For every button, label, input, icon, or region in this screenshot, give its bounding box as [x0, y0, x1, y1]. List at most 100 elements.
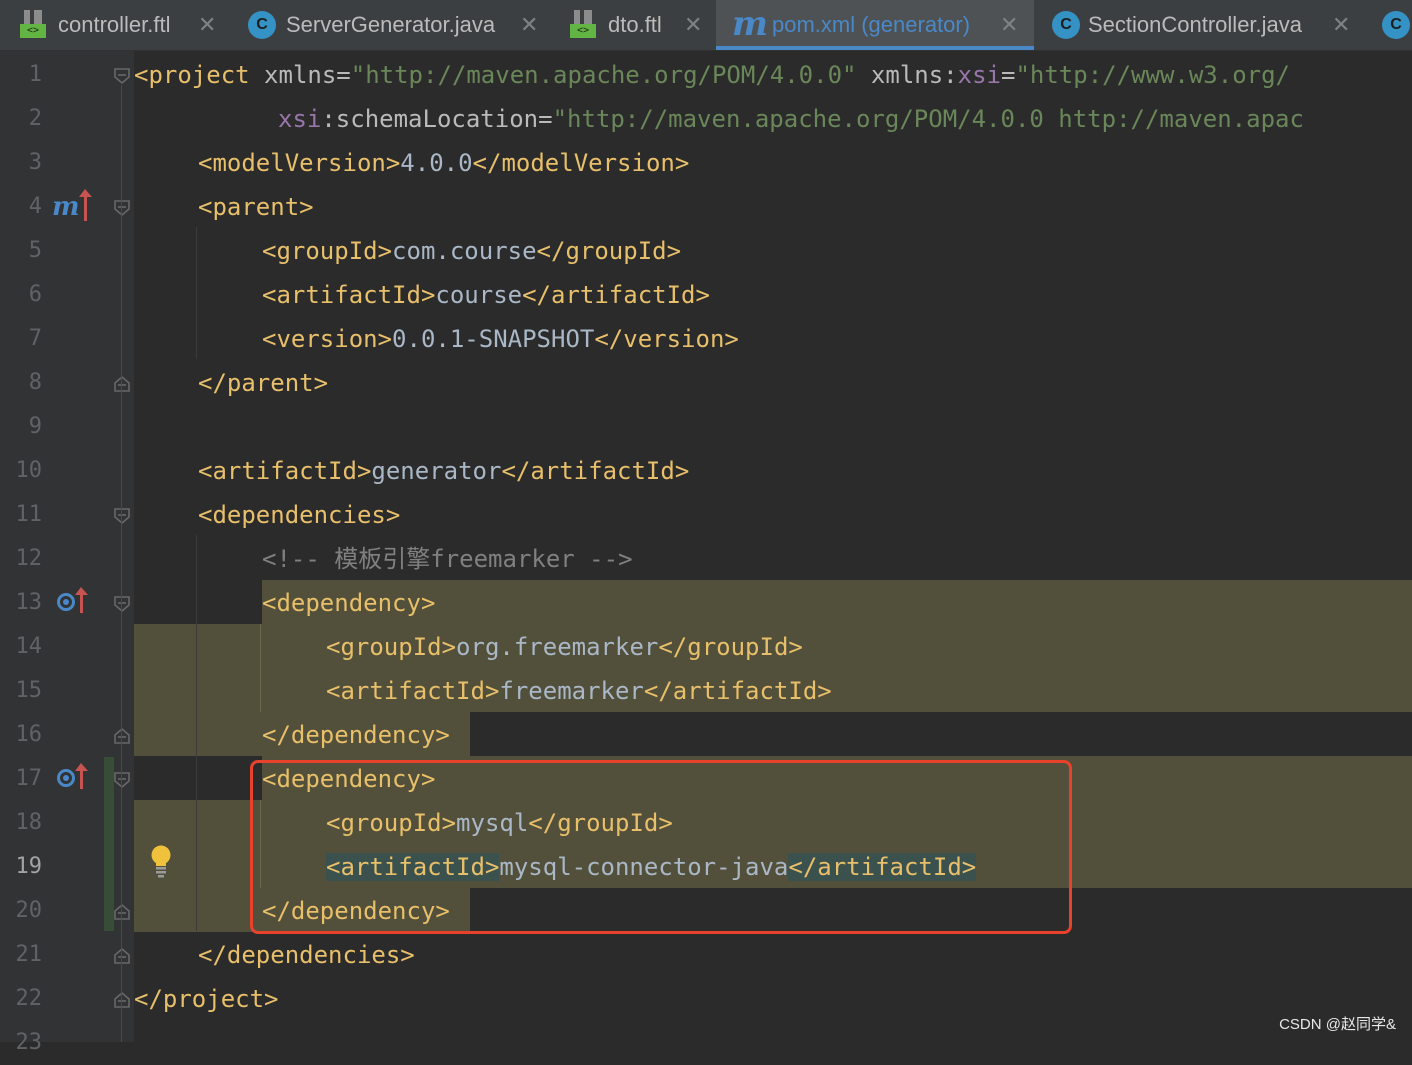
code-line-3: <modelVersion>4.0.0</modelVersion> — [198, 141, 689, 185]
tag-token: <project — [134, 61, 265, 89]
fold-collapse-icon[interactable] — [113, 507, 131, 525]
tag-token: </parent> — [198, 369, 329, 397]
line-number: 13 — [15, 590, 43, 615]
tab-label: controller.ftl — [58, 12, 171, 37]
line-number: 20 — [15, 898, 43, 923]
fold-collapse-icon[interactable] — [113, 771, 131, 789]
code-line-22: </project> — [134, 977, 279, 1021]
line-number: 15 — [15, 678, 43, 703]
eq-token: = — [336, 61, 351, 89]
fold-end-icon[interactable] — [113, 727, 131, 745]
code-line-15: <artifactId>freemarker</artifactId> — [326, 669, 832, 713]
close-icon[interactable]: ✕ — [1000, 0, 1018, 50]
ftl-template-icon: <> — [20, 10, 48, 38]
tag-token: </project> — [134, 985, 279, 1013]
tab-section-controller-java[interactable]: C SectionController.java ✕ — [1034, 0, 1364, 50]
tag-token: <artifactId> — [262, 281, 436, 309]
tag-token: <version> — [262, 325, 393, 353]
code-line-11: <dependencies> — [198, 493, 400, 537]
tag-token: </groupId> — [536, 237, 682, 265]
watermark: CSDN @赵同学& — [1279, 1016, 1396, 1033]
namespace-token: xsi — [957, 61, 1001, 89]
tag-token: <artifactId> — [198, 457, 372, 485]
code-line-1: <project xmlns="http://maven.apache.org/… — [134, 53, 1290, 97]
line-number: 9 — [28, 414, 42, 439]
java-class-icon: C — [1382, 11, 1410, 39]
string-token: "http://www.w3.org/ — [1015, 61, 1290, 89]
text-token: com.course — [392, 237, 537, 265]
text-token: 0.0.1-SNAPSHOT — [392, 325, 595, 353]
line-number: 21 — [15, 942, 43, 967]
tab-label: pom.xml (generator) — [772, 12, 971, 37]
navigate-up-arrow-icon[interactable] — [75, 587, 88, 613]
line-number: 18 — [15, 810, 43, 835]
tag-token: <groupId> — [326, 633, 457, 661]
text-token: generator — [371, 457, 502, 485]
close-icon[interactable]: ✕ — [520, 0, 538, 50]
line-number: 11 — [15, 502, 43, 527]
eq-token: = — [1001, 61, 1016, 89]
code-line-14: <groupId>org.freemarker</groupId> — [326, 625, 803, 669]
line-number: 12 — [15, 546, 43, 571]
override-marker-icon[interactable] — [57, 769, 75, 787]
line-number: 5 — [28, 238, 42, 263]
code-line-2: xsi:schemaLocation="http://maven.apache.… — [278, 97, 1304, 141]
attr-token: :schemaLocation — [321, 105, 539, 133]
line-number: 7 — [28, 326, 42, 351]
text-token: course — [435, 281, 523, 309]
tag-token: <groupId> — [262, 237, 393, 265]
close-icon[interactable]: ✕ — [198, 0, 216, 50]
fold-collapse-icon[interactable] — [113, 199, 131, 217]
attr-token: xmlns: — [856, 61, 958, 89]
navigate-up-arrow-icon[interactable] — [79, 189, 92, 221]
code-line-8: </parent> — [198, 361, 328, 405]
tag-token: </dependencies> — [198, 941, 415, 969]
tab-dto-ftl[interactable]: <> dto.ftl ✕ — [554, 0, 716, 50]
tab-pom-xml[interactable]: m pom.xml (generator) ✕ — [716, 0, 1034, 50]
override-marker-icon[interactable] — [57, 593, 75, 611]
code-line-6: <artifactId>course</artifactId> — [262, 273, 710, 317]
code-line-21: </dependencies> — [198, 933, 415, 977]
line-number: 16 — [15, 722, 43, 747]
line-number: 1 — [28, 62, 42, 87]
tag-token: <parent> — [198, 193, 314, 221]
fold-end-icon[interactable] — [113, 991, 131, 1009]
fold-guide-line — [121, 85, 122, 1042]
tag-token: <dependency> — [262, 589, 436, 617]
tag-token: </dependency> — [262, 721, 450, 749]
line-number: 2 — [28, 106, 42, 131]
eq-token: = — [538, 105, 553, 133]
code-line-7: <version>0.0.1-SNAPSHOT</version> — [262, 317, 739, 361]
maven-parent-marker-icon[interactable]: m — [52, 185, 80, 229]
code-line-12: <!-- 模板引擎freemarker --> — [262, 537, 633, 581]
lightbulb-icon[interactable] — [150, 845, 172, 879]
line-number: 6 — [28, 282, 42, 307]
fold-end-icon[interactable] — [113, 903, 131, 921]
editor-gutter: 1 2 3 4 5 6 7 8 9 10 11 12 13 14 15 16 1… — [0, 51, 134, 1055]
java-class-icon: C — [1052, 11, 1080, 39]
tab-overflow[interactable]: C — [1364, 0, 1412, 50]
editor-tab-bar: <> controller.ftl ✕ C ServerGenerator.ja… — [0, 0, 1412, 51]
tab-server-generator-java[interactable]: C ServerGenerator.java ✕ — [236, 0, 554, 50]
fold-collapse-icon[interactable] — [113, 67, 131, 85]
tag-token: </modelVersion> — [472, 149, 690, 177]
tag-token: </groupId> — [658, 633, 803, 661]
close-icon[interactable]: ✕ — [1332, 0, 1350, 50]
tab-label: dto.ftl — [608, 12, 662, 37]
fold-collapse-icon[interactable] — [113, 595, 131, 613]
indent-guide — [196, 535, 197, 931]
fold-end-icon[interactable] — [113, 375, 131, 393]
navigate-up-arrow-icon[interactable] — [75, 763, 88, 789]
tag-token: <artifactId> — [326, 677, 500, 705]
comment-token: <!-- 模板引擎freemarker --> — [262, 545, 633, 573]
code-line-10: <artifactId>generator</artifactId> — [198, 449, 689, 493]
tab-label: ServerGenerator.java — [286, 12, 496, 37]
fold-end-icon[interactable] — [113, 947, 131, 965]
close-icon[interactable]: ✕ — [684, 0, 702, 50]
line-number: 14 — [15, 634, 43, 659]
tab-controller-ftl[interactable]: <> controller.ftl ✕ — [0, 0, 236, 50]
tab-label: SectionController.java — [1088, 12, 1303, 37]
ftl-template-icon: <> — [570, 10, 598, 38]
namespace-token: xsi — [278, 105, 322, 133]
tag-token: <dependencies> — [198, 501, 401, 529]
